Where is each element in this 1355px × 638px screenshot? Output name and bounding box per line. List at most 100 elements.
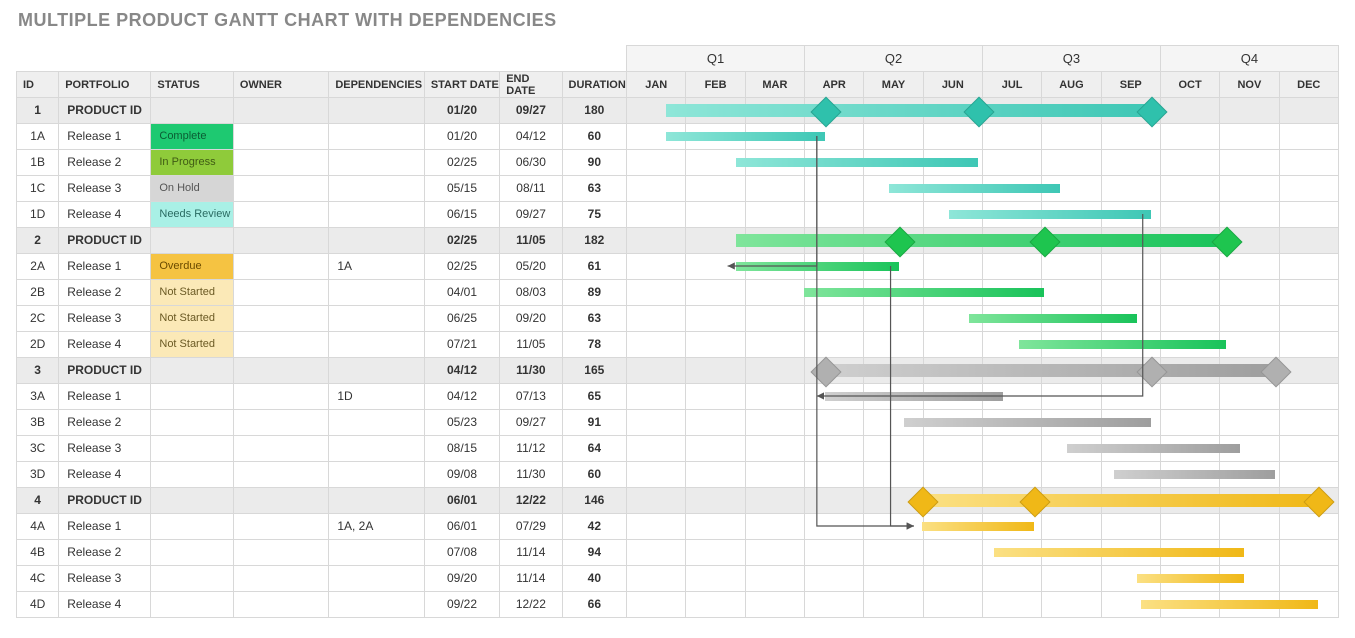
status-badge: Complete	[151, 124, 232, 149]
cell: 06/25	[425, 306, 499, 331]
cell: 2C	[17, 306, 58, 331]
col-status: STATUS	[151, 72, 233, 98]
cell: Release 2	[59, 410, 150, 435]
task-row: 1DRelease 4Needs Review06/1509/2775	[17, 202, 1339, 228]
cell: 91	[563, 410, 627, 435]
cell: 60	[563, 124, 627, 149]
task-row: 4BRelease 207/0811/1494	[17, 540, 1339, 566]
cell: PRODUCT ID	[59, 488, 150, 513]
cell: 09/08	[425, 462, 499, 487]
cell: PRODUCT ID	[59, 228, 150, 253]
cell: 05/23	[425, 410, 499, 435]
col-duration: DURATION	[562, 72, 627, 98]
col-end: END DATE	[500, 72, 562, 98]
cell: 1D	[329, 384, 424, 409]
cell: 2D	[17, 332, 58, 357]
cell: 60	[563, 462, 627, 487]
product-summary-row: 2PRODUCT ID02/2511/05182	[17, 228, 1339, 254]
task-row: 1BRelease 2In Progress02/2506/3090	[17, 150, 1339, 176]
cell: 1A	[329, 254, 424, 279]
task-row: 2DRelease 4Not Started07/2111/0578	[17, 332, 1339, 358]
cell: 90	[563, 150, 627, 175]
cell: 09/27	[500, 410, 561, 435]
cell: Release 4	[59, 332, 150, 357]
col-month: MAY	[864, 72, 923, 98]
cell: 4D	[17, 592, 58, 617]
cell: 11/14	[500, 540, 561, 565]
cell: 4B	[17, 540, 58, 565]
col-start: START DATE	[424, 72, 499, 98]
product-summary-row: 3PRODUCT ID04/1211/30165	[17, 358, 1339, 384]
task-row: 4CRelease 309/2011/1440	[17, 566, 1339, 592]
page-title: MULTIPLE PRODUCT GANTT CHART WITH DEPEND…	[18, 10, 1339, 31]
cell: 146	[563, 488, 627, 513]
cell: 3C	[17, 436, 58, 461]
col-month: SEP	[1101, 72, 1160, 98]
cell: 08/11	[500, 176, 561, 201]
cell: 09/20	[500, 306, 561, 331]
cell: Release 2	[59, 150, 150, 175]
col-month: APR	[805, 72, 864, 98]
cell: 89	[563, 280, 627, 305]
cell: 1D	[17, 202, 58, 227]
cell: 4A	[17, 514, 58, 539]
cell: 63	[563, 306, 627, 331]
cell: Release 3	[59, 566, 150, 591]
gantt-table: Q1 Q2 Q3 Q4 ID PORTFOLIO STATUS OWNER DE…	[16, 45, 1339, 618]
cell: 05/20	[500, 254, 561, 279]
cell: 3A	[17, 384, 58, 409]
col-month: JAN	[627, 72, 686, 98]
cell: 11/12	[500, 436, 561, 461]
cell: 61	[563, 254, 627, 279]
col-month: AUG	[1042, 72, 1101, 98]
task-row: 2CRelease 3Not Started06/2509/2063	[17, 306, 1339, 332]
cell: 04/12	[425, 358, 499, 383]
cell: 1B	[17, 150, 58, 175]
task-row: 3ARelease 11D04/1207/1365	[17, 384, 1339, 410]
cell: Release 3	[59, 176, 150, 201]
status-badge: On Hold	[151, 176, 232, 201]
status-badge: Needs Review	[151, 202, 232, 227]
col-portfolio: PORTFOLIO	[59, 72, 151, 98]
task-row: 3CRelease 308/1511/1264	[17, 436, 1339, 462]
cell: 11/30	[500, 358, 561, 383]
cell: Release 3	[59, 306, 150, 331]
quarter-header: Q3	[982, 46, 1160, 72]
cell: 11/05	[500, 228, 561, 253]
col-month: DEC	[1279, 72, 1338, 98]
cell: 06/01	[425, 488, 499, 513]
cell: 75	[563, 202, 627, 227]
cell: 1A	[17, 124, 58, 149]
cell: Release 4	[59, 202, 150, 227]
col-month: JUL	[982, 72, 1041, 98]
cell: 1C	[17, 176, 58, 201]
cell: 78	[563, 332, 627, 357]
cell: Release 2	[59, 280, 150, 305]
cell: 12/22	[500, 592, 561, 617]
task-row: 3DRelease 409/0811/3060	[17, 462, 1339, 488]
quarter-header: Q1	[627, 46, 805, 72]
cell: 64	[563, 436, 627, 461]
col-id: ID	[17, 72, 59, 98]
cell: Release 4	[59, 462, 150, 487]
task-row: 1CRelease 3On Hold05/1508/1163	[17, 176, 1339, 202]
cell: 165	[563, 358, 627, 383]
cell: 08/15	[425, 436, 499, 461]
product-summary-row: 1PRODUCT ID01/2009/27180	[17, 98, 1339, 124]
task-row: 4ARelease 11A, 2A06/0107/2942	[17, 514, 1339, 540]
cell: 2B	[17, 280, 58, 305]
cell: 42	[563, 514, 627, 539]
cell: 09/20	[425, 566, 499, 591]
cell: 11/14	[500, 566, 561, 591]
quarter-header: Q4	[1160, 46, 1338, 72]
quarter-header-row: Q1 Q2 Q3 Q4	[17, 46, 1339, 72]
cell: Release 1	[59, 384, 150, 409]
cell: 1	[17, 98, 58, 123]
cell: 94	[563, 540, 627, 565]
task-row: 2BRelease 2Not Started04/0108/0389	[17, 280, 1339, 306]
task-row: 4DRelease 409/2212/2266	[17, 592, 1339, 618]
cell: 3B	[17, 410, 58, 435]
cell: 4	[17, 488, 58, 513]
status-badge: Overdue	[151, 254, 232, 279]
cell: 07/29	[500, 514, 561, 539]
